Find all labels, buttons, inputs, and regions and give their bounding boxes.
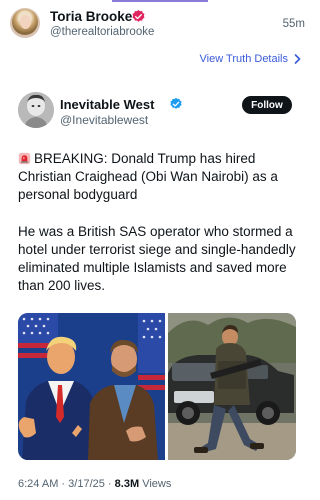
- meta-separator: ·: [107, 478, 112, 490]
- author-name[interactable]: Toria Brooke: [50, 9, 132, 24]
- post-time: 6:24 AM: [18, 478, 59, 490]
- author-handle[interactable]: @therealtoriabrooke: [50, 26, 154, 38]
- post-timestamp: 55m: [282, 18, 305, 30]
- embed-author-handle[interactable]: @Inevitablewest: [60, 113, 148, 127]
- post-text-paragraph-2: He was a British SAS operator who storme…: [18, 224, 296, 293]
- post-header: Toria Brooke @therealtoriabrooke 55m: [10, 8, 305, 40]
- views-count: 8.3M: [114, 478, 140, 490]
- meta-separator: ·: [61, 478, 66, 490]
- post-text-paragraph-1: BREAKING: Donald Trump has hired Christi…: [18, 150, 300, 204]
- view-truth-details-label: View Truth Details: [199, 53, 288, 65]
- views-label: Views: [142, 478, 172, 490]
- media-grid: [18, 313, 296, 460]
- post-meta: 6:24 AM · 3/17/25 · 8.3M Views: [18, 478, 171, 490]
- rotating-light-icon: [18, 152, 31, 165]
- embed-author-name[interactable]: Inevitable West: [60, 97, 154, 112]
- view-truth-details-link[interactable]: View Truth Details: [200, 53, 301, 65]
- paragraph-1-text: BREAKING: Donald Trump has hired Christi…: [18, 151, 278, 202]
- verified-badge-blue-icon: [170, 97, 182, 109]
- post-date: 3/17/25: [68, 478, 105, 490]
- chevron-right-icon: [294, 54, 301, 64]
- avatar[interactable]: [10, 8, 40, 38]
- follow-button[interactable]: Follow: [242, 96, 292, 114]
- media-photo-1[interactable]: [18, 313, 165, 460]
- top-accent-line: [112, 0, 208, 2]
- embed-avatar[interactable]: [18, 92, 54, 128]
- verified-badge-pink-icon: [132, 9, 145, 22]
- media-photo-2[interactable]: [168, 313, 296, 460]
